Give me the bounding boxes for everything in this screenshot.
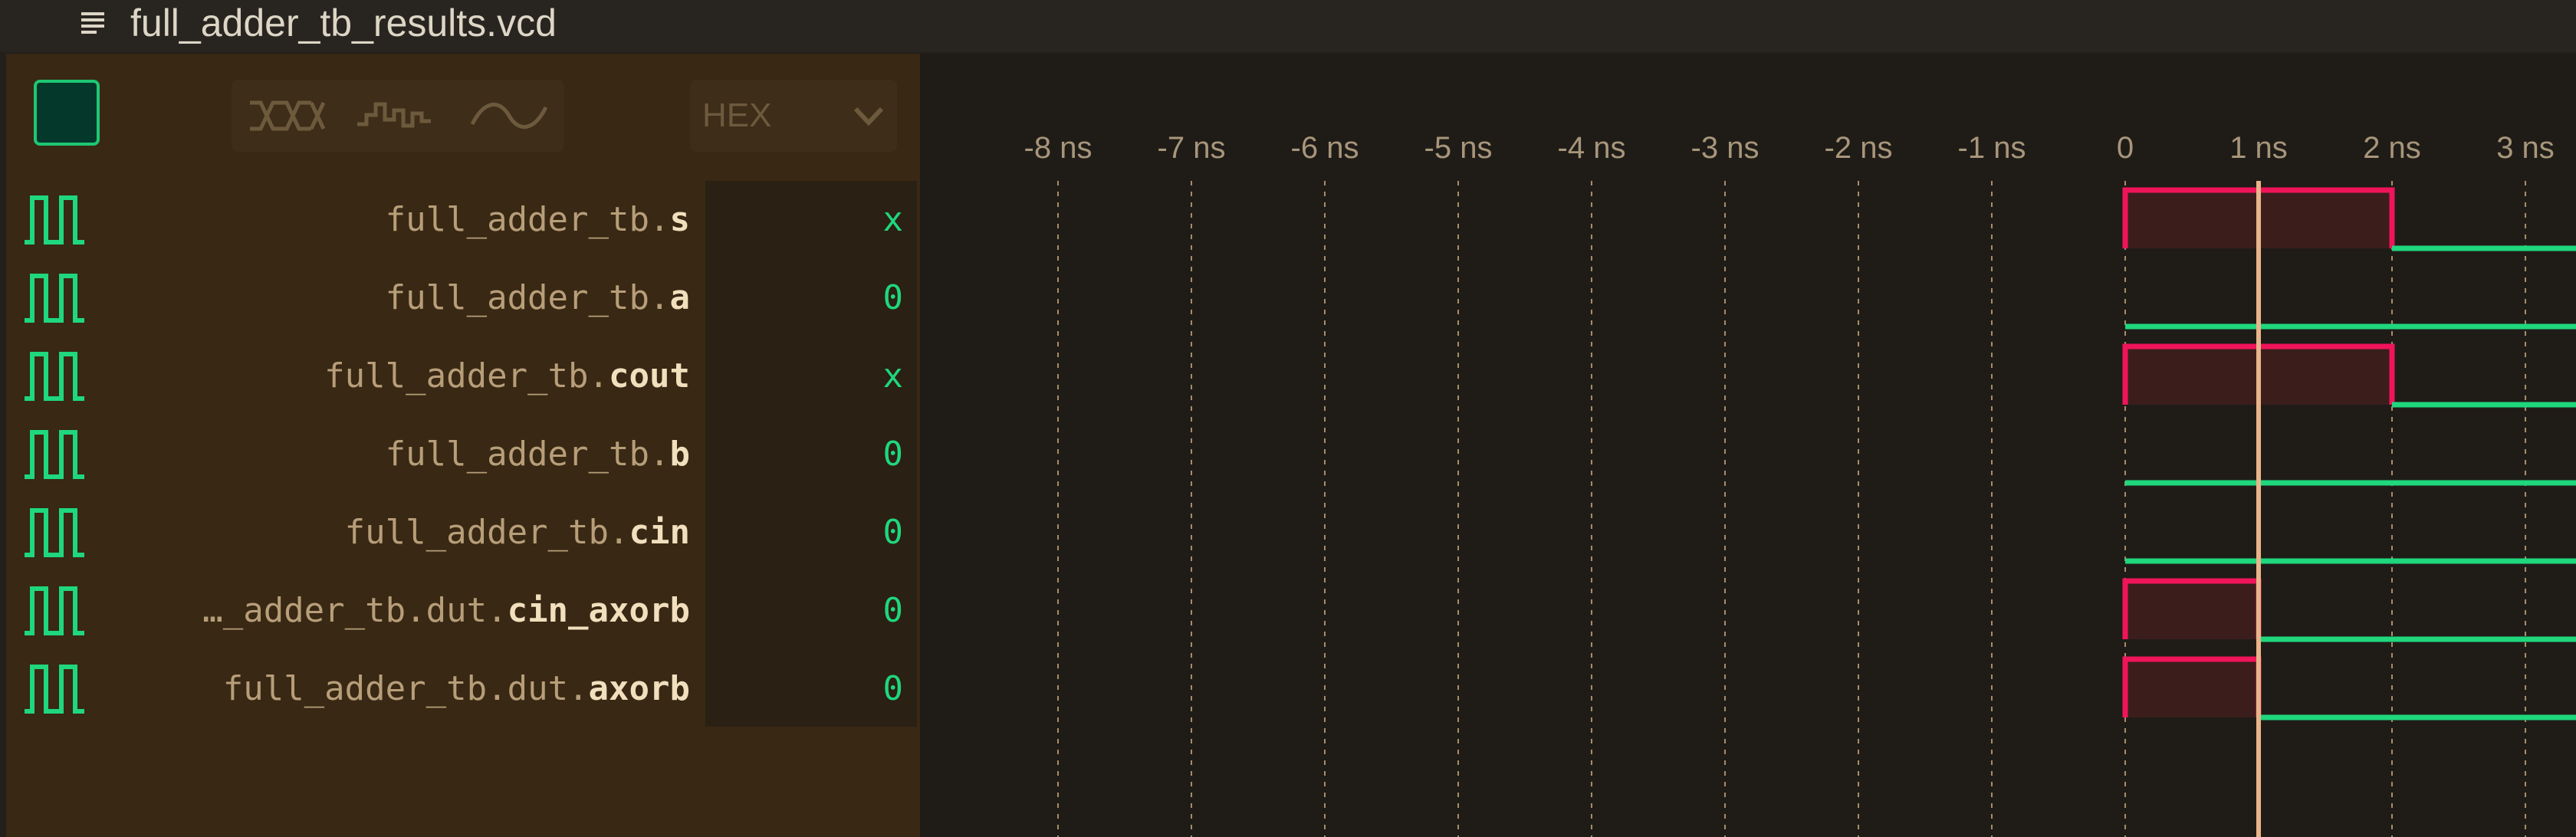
signal-value: 0 [882, 278, 904, 317]
signal-name: b [669, 435, 691, 474]
time-tick-label: -7 ns [1158, 131, 1226, 165]
time-tick-label: -6 ns [1291, 131, 1359, 165]
time-tick-label: 0 [2117, 131, 2134, 165]
signal-name: s [669, 200, 691, 239]
digital-signal-icon [25, 665, 84, 714]
signal-name: cin [629, 513, 690, 552]
radix-select[interactable]: HEX [690, 80, 897, 152]
signal-scope: full_adder_tb. [344, 513, 629, 552]
signal-row[interactable]: …_adder_tb.dut.cin_axorb [0, 572, 705, 650]
signal-scope: full_adder_tb.dut. [222, 669, 589, 708]
signal-scope: full_adder_tb. [385, 200, 670, 239]
signal-scope: full_adder_tb. [385, 278, 670, 317]
time-tick-label: -8 ns [1024, 131, 1092, 165]
signal-value: x [882, 356, 904, 396]
digital-signal-icon [25, 274, 84, 323]
signal-row[interactable]: full_adder_tb.dut.axorb [0, 650, 705, 728]
signal-scope: full_adder_tb. [324, 356, 610, 396]
signal-row[interactable]: full_adder_tb.cin [0, 494, 705, 572]
signal-value: x [882, 200, 904, 239]
time-tick-label: -4 ns [1558, 131, 1626, 165]
time-tick-label: -2 ns [1825, 131, 1893, 165]
digital-signal-icon [25, 508, 84, 557]
bus-mode-icon[interactable] [247, 97, 327, 135]
signal-row[interactable]: full_adder_tb.a [0, 259, 705, 337]
signal-name: cin_axorb [507, 591, 690, 630]
waveform-canvas[interactable]: -8 ns -7 ns -6 ns -5 ns -4 ns -3 ns -2 ns -1 ns… [920, 54, 2576, 837]
time-tick-label: -5 ns [1424, 131, 1493, 165]
signal-value: 0 [882, 435, 904, 474]
digital-signal-icon [25, 430, 84, 479]
time-tick-label: -3 ns [1691, 131, 1760, 165]
signal-value: 0 [882, 591, 904, 630]
signal-row[interactable]: full_adder_tb.s [0, 181, 705, 259]
display-mode-group [232, 80, 564, 152]
chevron-down-icon [853, 107, 884, 126]
signal-row[interactable]: full_adder_tb.b [0, 415, 705, 494]
digital-signal-icon [25, 586, 84, 635]
analog-mode-icon[interactable] [469, 97, 549, 135]
signal-value: 0 [882, 669, 904, 708]
signal-scope: …_adder_tb.dut. [202, 591, 508, 630]
digital-mode-icon[interactable] [354, 97, 434, 135]
time-tick-label: 1 ns [2229, 131, 2288, 165]
unknown-state-fill [2125, 581, 2259, 639]
title-bar: full_adder_tb_results.vcd [0, 0, 2576, 52]
signal-row[interactable]: full_adder_tb.cout [0, 337, 705, 415]
waveform-svg[interactable]: -8 ns -7 ns -6 ns -5 ns -4 ns -3 ns -2 ns -1 ns… [920, 54, 2576, 837]
time-tick-label: 2 ns [2363, 131, 2421, 165]
signal-name: cout [609, 356, 690, 396]
color-swatch-button[interactable] [34, 80, 100, 146]
file-title: full_adder_tb_results.vcd [130, 2, 557, 44]
time-tick-label: -1 ns [1958, 131, 2026, 165]
signal-value: 0 [882, 513, 904, 552]
unknown-state-fill [2125, 659, 2259, 717]
signal-scope: full_adder_tb. [385, 435, 670, 474]
time-tick-label: 3 ns [2496, 131, 2555, 165]
digital-signal-icon [25, 195, 84, 245]
radix-value: HEX [702, 97, 772, 134]
document-lines-icon [81, 12, 104, 34]
signal-name: axorb [588, 669, 690, 708]
signal-name: a [669, 278, 691, 317]
digital-signal-icon [25, 352, 84, 401]
signal-value-column: x 0 x 0 0 0 0 [705, 181, 917, 727]
